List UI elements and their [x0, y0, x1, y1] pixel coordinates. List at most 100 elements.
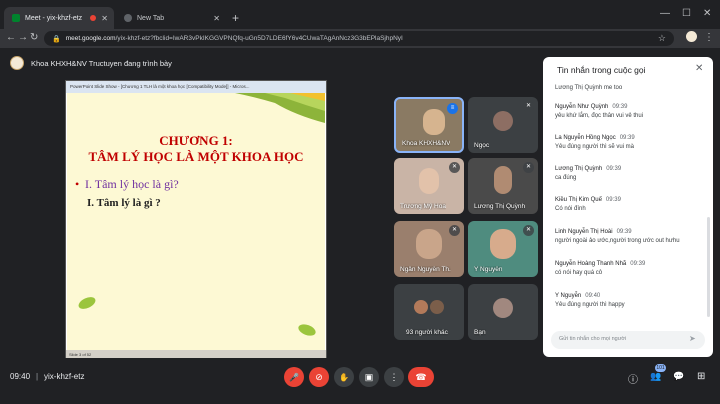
close-window-icon[interactable]: ✕ [703, 8, 711, 19]
chat-message-sender: Linh Nguyễn Thị Hoài 09:39 [555, 229, 632, 235]
mic-off-icon: ✕ [449, 225, 460, 236]
close-tab-icon[interactable]: ✕ [213, 14, 220, 23]
participant-tile[interactable]: ✕ Ngọc [468, 97, 538, 153]
back-icon[interactable]: ← [6, 32, 16, 43]
participant-name: Ngọc [474, 142, 490, 149]
more-options-button[interactable]: ⋮ [384, 367, 404, 387]
chat-button[interactable]: 💬 [673, 371, 684, 382]
leaf-drop-icon [298, 324, 316, 336]
tab-title: New Tab [137, 14, 165, 22]
minimize-icon[interactable]: — [660, 8, 670, 19]
others-tile[interactable]: 93 người khác [394, 284, 464, 340]
chat-message-text: ca đúng [555, 175, 577, 181]
chat-panel: Tin nhắn trong cuộc gọi ✕ Lương Thị Quỳn… [543, 57, 713, 357]
chat-icon: 💬 [673, 371, 685, 381]
chat-title: Tin nhắn trong cuộc gọi [557, 65, 646, 75]
self-avatar [493, 298, 513, 318]
browser-tab-newtab[interactable]: New Tab ✕ [116, 7, 226, 29]
chat-message-text: có nói hay quá cô [555, 270, 603, 276]
participant-tile[interactable]: ✕ Y Nguyễn [468, 221, 538, 277]
hand-icon: ✋ [339, 373, 349, 382]
present-screen-icon: ▣ [364, 372, 374, 382]
participant-avatar [493, 111, 513, 131]
presentation-screen: PowerPoint Slide Show - [Chương 1 TLH là… [65, 80, 327, 358]
speaking-indicator-icon: ≡ [447, 103, 458, 114]
newtab-favicon-icon [124, 14, 132, 22]
participant-video [494, 166, 512, 194]
chat-message-text: Lương Thị Quỳnh me too [555, 85, 623, 91]
participant-count-badge: 101 [655, 364, 666, 372]
participant-name: Trương Mỹ Hoa [400, 203, 446, 210]
participant-tile[interactable]: ✕ Ngân Nguyễn Th. [394, 221, 464, 277]
presenter-avatar [10, 56, 24, 70]
participant-name: Khoa KHXH&NV [402, 140, 451, 147]
people-button[interactable]: 👥 [650, 371, 661, 382]
chat-message-text: yêu khứ lắm, đọc thân vui vẻ thui [555, 113, 644, 119]
activities-icon: ⊞ [697, 371, 706, 382]
send-icon[interactable]: ➤ [689, 334, 696, 343]
browser-tab-meet[interactable]: Meet - yix-khzf-etz ✕ [4, 7, 114, 29]
slide-bullet-2: I. Tâm lý là gì ? [87, 197, 161, 209]
chat-message-sender: La Nguyễn Hồng Ngọc 09:39 [555, 135, 635, 141]
present-now-button[interactable]: ▣ [359, 367, 379, 387]
bullet-marker: • [75, 177, 80, 191]
tab-title: Meet - yix-khzf-etz [25, 14, 83, 22]
chat-message-text: Yêu đúng người thì happy [555, 302, 625, 308]
leave-call-button[interactable]: ☎ [408, 367, 434, 387]
url-host: meet.google.com [65, 35, 116, 42]
others-count: 93 người khác [406, 329, 448, 336]
url-path: /yix-khzf-etz?fbclid=IwAR3vPkIKGGVPNQfq-… [115, 35, 403, 42]
chat-message-sender: Nguyễn Như Quỳnh 09:39 [555, 104, 628, 110]
camera-toggle-button[interactable]: ⊘ [309, 367, 329, 387]
profile-avatar[interactable] [686, 31, 697, 42]
presenting-text: Khoa KHXH&NV Tructuyen đang trình bày [31, 58, 172, 68]
participant-tile-presenter[interactable]: ≡ Khoa KHXH&NV [394, 97, 464, 153]
participant-name: Ngân Nguyễn Th. [400, 266, 451, 273]
slide-bullet-1: I. Tâm lý học là gì? [85, 177, 179, 191]
mic-off-icon: 🎤 [289, 373, 299, 382]
recording-dot-icon [90, 15, 96, 21]
mic-off-icon: ✕ [523, 225, 534, 236]
self-tile[interactable]: Bạn [468, 284, 538, 340]
close-tab-icon[interactable]: ✕ [101, 14, 108, 23]
presenting-banner: Khoa KHXH&NV Tructuyen đang trình bày [0, 48, 532, 78]
participant-tile[interactable]: ✕ Trương Mỹ Hoa [394, 158, 464, 214]
lock-icon: 🔒 [52, 35, 61, 43]
clock-time: 09:40 [10, 372, 31, 381]
participant-avatar [414, 300, 428, 314]
slideshow-window-title: PowerPoint Slide Show - [Chương 1 TLH là… [66, 81, 326, 93]
participant-video [423, 109, 445, 135]
slide-title-line2: TÂM LÝ HỌC LÀ MỘT KHOA HỌC [88, 149, 304, 164]
participant-video [416, 229, 442, 259]
participant-name: Y Nguyễn [474, 266, 503, 273]
forward-icon[interactable]: → [18, 32, 28, 43]
browser-menu-icon[interactable]: ⋮ [704, 32, 714, 43]
address-bar[interactable]: 🔒 meet.google.com /yix-khzf-etz?fbclid=I… [44, 31, 674, 46]
reload-icon[interactable]: ↻ [30, 32, 38, 43]
close-chat-icon[interactable]: ✕ [695, 63, 703, 74]
raise-hand-button[interactable]: ✋ [334, 367, 354, 387]
slideshow-status-bar: Slide 3 of 52 [66, 350, 326, 358]
participant-video [490, 229, 516, 259]
activities-button[interactable]: ⊞ [697, 371, 705, 382]
meeting-info-button[interactable]: ⓘ [628, 371, 638, 386]
mic-off-icon: ✕ [523, 162, 534, 173]
chat-message-text: Yêu đúng người thì sẽ vui mà [555, 144, 634, 150]
bookmark-star-icon[interactable]: ☆ [658, 33, 666, 44]
maximize-icon[interactable]: ☐ [682, 8, 691, 19]
participant-tile[interactable]: ✕ Lương Thị Quỳnh [468, 158, 538, 214]
participant-video [419, 168, 439, 194]
chat-scrollbar[interactable] [707, 217, 710, 317]
camera-off-icon: ⊘ [315, 372, 323, 382]
more-vert-icon: ⋮ [389, 372, 399, 382]
info-icon: ⓘ [628, 375, 638, 386]
new-tab-button[interactable]: + [232, 11, 239, 25]
end-call-icon: ☎ [415, 372, 427, 382]
meet-favicon-icon [12, 14, 20, 22]
slide-title-line1: CHƯƠNG 1: [159, 133, 233, 148]
chat-message-sender: Y Nguyễn 09:40 [555, 293, 601, 299]
mic-toggle-button[interactable]: 🎤 [284, 367, 304, 387]
chat-message-input[interactable]: Gửi tin nhắn cho mọi người [551, 331, 705, 349]
people-icon: 👥 [650, 371, 662, 381]
separator: | [36, 372, 39, 381]
